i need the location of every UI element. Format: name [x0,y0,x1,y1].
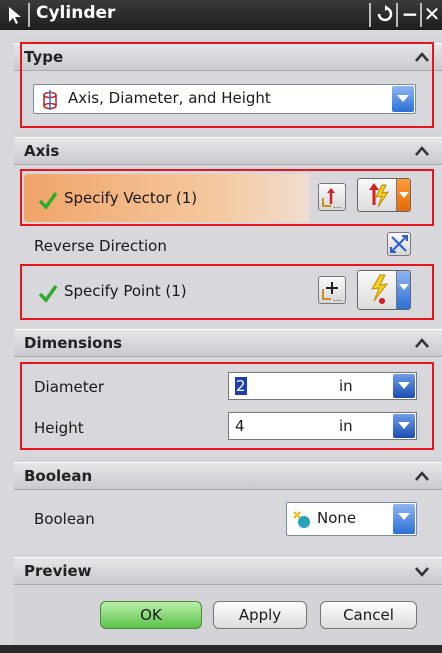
diameter-value[interactable]: 2 [235,377,247,395]
boolean-value: None [317,509,357,527]
vector-constructor-icon: ... [322,188,342,211]
point-dialog-button[interactable]: ... [318,276,346,304]
specify-point-label: Specify Point (1) [64,282,187,300]
vector-dialog-button[interactable]: ... [318,183,346,211]
chevron-up-icon[interactable] [412,466,432,486]
section-header-type[interactable]: Type [14,43,442,71]
chevron-down-icon[interactable] [396,271,410,309]
section-header-boolean[interactable]: Boolean [14,462,442,490]
unit-dropdown-icon[interactable] [393,414,415,438]
check-icon [38,284,58,303]
reverse-direction-button[interactable] [387,232,411,256]
point-constructor-icon: ... [322,282,342,304]
cylinder-type-icon [43,90,57,110]
close-icon[interactable]: ✕ [422,1,442,27]
section-title: Boolean [24,467,93,485]
bottom-edge [0,645,442,653]
chevron-down-icon[interactable] [412,561,432,581]
check-icon [38,191,58,210]
svg-text:...: ... [333,201,342,210]
height-field[interactable]: 4 in [228,412,417,440]
reset-icon[interactable] [375,1,395,27]
inferred-point-button[interactable] [357,270,411,310]
cancel-button[interactable]: Cancel [320,601,417,629]
section-header-axis[interactable]: Axis [14,137,442,165]
section-header-preview[interactable]: Preview [14,557,442,585]
chevron-up-icon[interactable] [412,141,432,161]
inferred-vector-icon [369,183,390,208]
dropdown-arrow-icon[interactable] [393,504,415,534]
chevron-up-icon[interactable] [412,47,432,67]
reverse-direction-label: Reverse Direction [34,237,167,255]
chevron-down-icon[interactable] [396,179,410,211]
unit-dropdown-icon[interactable] [393,374,415,398]
inferred-point-icon [371,274,389,304]
diameter-unit: in [339,377,353,395]
minimize-icon[interactable]: − [400,1,420,27]
type-dropdown-value: Axis, Diameter, and Height [68,89,271,107]
title-bar: Cylinder − ✕ [0,0,442,30]
svg-text:...: ... [333,294,342,303]
height-unit: in [339,417,353,435]
height-label: Height [34,419,84,437]
window-title: Cylinder [36,3,116,23]
boolean-dropdown[interactable]: None [286,502,417,536]
type-dropdown[interactable]: Axis, Diameter, and Height [33,84,416,114]
apply-button[interactable]: Apply [213,601,307,629]
section-title: Dimensions [24,334,123,352]
diameter-field[interactable]: 2 in [228,372,417,400]
section-header-dimensions[interactable]: Dimensions [14,329,442,357]
section-title: Type [24,48,64,66]
boolean-label: Boolean [34,510,95,528]
inferred-vector-button[interactable] [357,178,411,212]
specify-vector-label: Specify Vector (1) [64,189,198,207]
section-title: Axis [24,142,60,160]
dropdown-arrow-icon[interactable] [392,86,414,112]
cursor-icon [9,7,21,24]
ok-button[interactable]: OK [100,601,202,629]
chevron-up-icon[interactable] [412,333,432,353]
section-title: Preview [24,562,92,580]
height-value[interactable]: 4 [235,417,245,435]
reverse-direction-icon [390,235,408,253]
diameter-label: Diameter [34,378,105,396]
boolean-none-icon [293,511,310,528]
